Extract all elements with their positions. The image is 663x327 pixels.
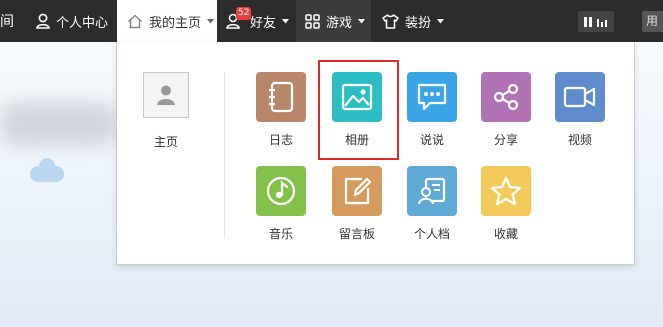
video-tile	[555, 72, 605, 122]
profile-card-icon	[418, 177, 446, 205]
music-tile	[256, 166, 306, 216]
share-icon	[493, 83, 519, 111]
home-icon	[127, 13, 143, 28]
app-favorites-label: 收藏	[493, 227, 518, 241]
chevron-down-icon	[207, 18, 215, 23]
video-camera-icon	[563, 86, 596, 108]
message-board-tile	[332, 166, 382, 216]
app-diary-label: 日志	[268, 133, 293, 147]
diary-tile	[256, 72, 306, 122]
app-video-label: 视频	[567, 133, 592, 147]
pause-toggle-button[interactable]	[578, 11, 614, 32]
app-status[interactable]: 说说	[401, 72, 461, 150]
chevron-down-icon	[282, 18, 290, 23]
nav-friends-label: 好友	[250, 15, 277, 31]
home-label[interactable]: 主页	[136, 133, 196, 150]
chevron-down-icon	[437, 18, 445, 23]
nav-friends[interactable]: 52 好友	[226, 0, 290, 42]
app-status-label: 说说	[419, 133, 444, 147]
app-music[interactable]: 音乐	[250, 166, 310, 244]
favorites-tile	[481, 166, 531, 216]
nav-dressup[interactable]: 装扮	[382, 0, 445, 42]
nav-right-label[interactable]: 用	[642, 11, 663, 32]
tshirt-icon	[382, 13, 399, 29]
app-video[interactable]: 视频	[549, 72, 609, 150]
app-message-board-label: 留言板	[338, 227, 375, 241]
profile-tile	[407, 166, 457, 216]
nav-personal-center-label: 个人中心	[56, 15, 109, 31]
app-share-label: 分享	[493, 133, 518, 147]
top-navigation-bar: 间 个人中心 我的主页 52 好友 游戏 装扮 用	[0, 0, 663, 42]
app-profile[interactable]: 个人档	[401, 166, 461, 244]
app-profile-label: 个人档	[413, 227, 450, 241]
speech-bubble-icon	[417, 83, 447, 111]
music-note-icon	[266, 176, 296, 206]
menu-divider	[224, 72, 225, 238]
share-tile	[481, 72, 531, 122]
chevron-down-icon	[358, 18, 366, 23]
pause-icon	[584, 16, 607, 27]
nav-my-home[interactable]: 我的主页	[117, 0, 217, 42]
edit-note-icon	[344, 177, 372, 205]
diary-icon	[269, 81, 294, 113]
friends-badge: 52	[236, 7, 252, 20]
blurred-banner	[0, 102, 118, 146]
app-message-board[interactable]: 留言板	[326, 166, 386, 244]
nav-my-home-label: 我的主页	[149, 15, 202, 31]
user-icon	[36, 13, 50, 29]
nav-dressup-label: 装扮	[405, 15, 432, 31]
user-icon	[157, 85, 175, 105]
highlight-box	[318, 60, 399, 160]
nav-games-label: 游戏	[326, 15, 353, 31]
speech-bubble-tile	[407, 72, 457, 122]
nav-personal-center[interactable]: 个人中心	[36, 0, 108, 42]
grid-icon	[305, 13, 320, 29]
star-icon	[490, 176, 522, 206]
app-share[interactable]: 分享	[475, 72, 535, 150]
nav-left-fragment[interactable]: 间	[0, 0, 22, 42]
nav-games[interactable]: 游戏	[296, 0, 371, 42]
app-diary[interactable]: 日志	[250, 72, 310, 150]
my-home-dropdown-menu: 主页 日志 相册 说说 分享 视频 音乐 留言板 个人档 收藏	[116, 42, 635, 265]
cloud-decoration	[30, 158, 64, 182]
home-avatar-button[interactable]	[143, 72, 189, 118]
app-music-label: 音乐	[268, 227, 293, 241]
app-favorites[interactable]: 收藏	[475, 166, 535, 244]
